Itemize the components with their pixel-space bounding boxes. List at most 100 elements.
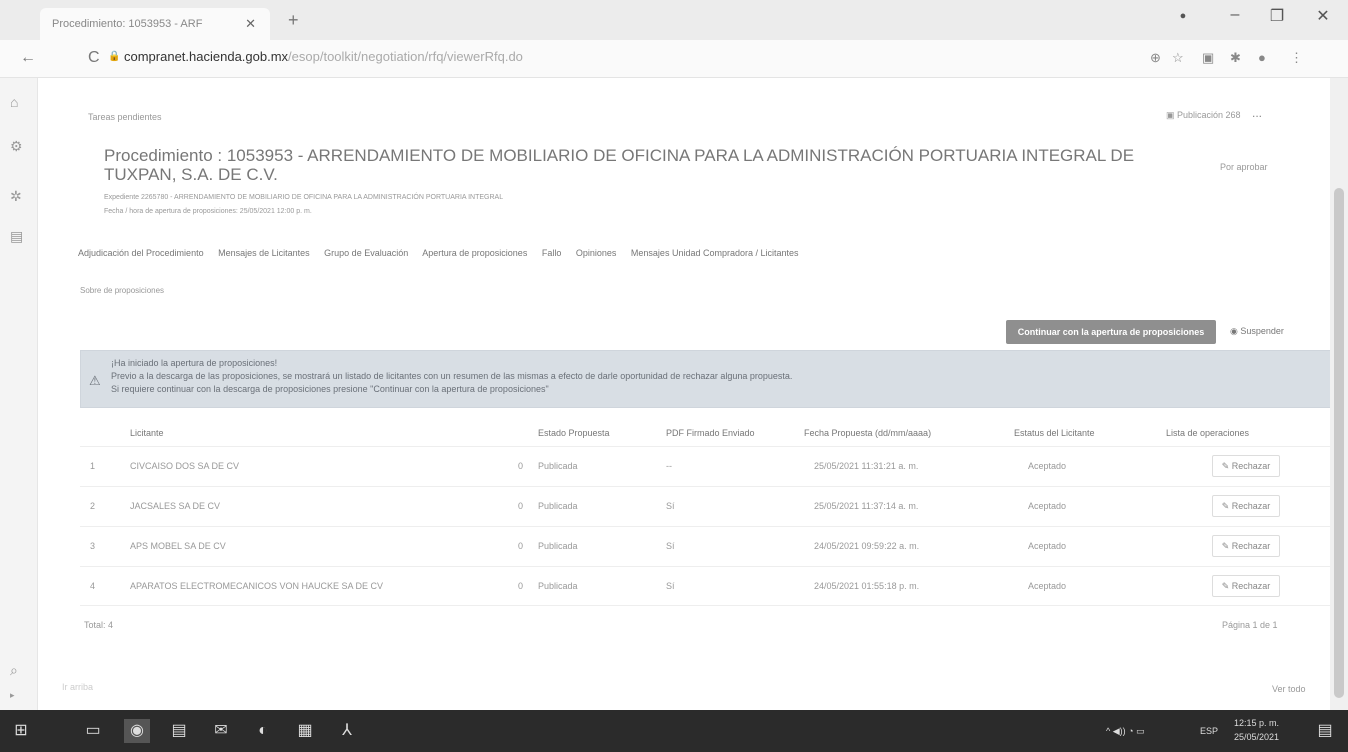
chrome-icon[interactable]: ◉ xyxy=(124,719,150,743)
continue-opening-button[interactable]: Continuar con la apertura de proposicion… xyxy=(1006,320,1216,344)
page-content: Tareas pendientes ▣ Publicación 268 ... … xyxy=(38,78,1332,710)
reload-icon[interactable]: C xyxy=(88,49,100,67)
table-row: 1 CIVCAISO DOS SA DE CV 0 Publicada -- 2… xyxy=(80,446,1332,486)
row-count: 0 xyxy=(518,581,524,591)
url-path: /esop/toolkit/negotiation/rfq/viewerRfq.… xyxy=(288,49,523,64)
notifications-icon[interactable]: ▤ xyxy=(1312,719,1338,743)
address-bar[interactable]: compranet.hacienda.gob.mx/esop/toolkit/n… xyxy=(124,49,523,64)
acrobat-icon[interactable]: ⅄ xyxy=(334,719,360,743)
licitante-name[interactable]: JACSALES SA DE CV xyxy=(130,501,220,511)
clock-date[interactable]: 25/05/2021 xyxy=(1234,732,1279,742)
new-tab-icon[interactable]: + xyxy=(288,10,299,31)
table-row: 4 APARATOS ELECTROMECANICOS VON HAUCKE S… xyxy=(80,566,1332,606)
breadcrumb[interactable]: Tareas pendientes xyxy=(88,112,162,122)
info-alert: ⚠ ¡Ha iniciado la apertura de proposicio… xyxy=(80,350,1332,408)
tab-adjudicacion[interactable]: Adjudicación del Procedimiento xyxy=(78,248,204,258)
scroll-top-link[interactable]: Ir arriba xyxy=(62,682,93,692)
pagination[interactable]: Página 1 de 1 xyxy=(1222,620,1278,630)
estatus-licitante: Aceptado xyxy=(1028,581,1067,591)
browser-toolbar: ← C 🔒 compranet.hacienda.gob.mx/esop/too… xyxy=(0,40,1348,78)
profile-icon[interactable]: ● xyxy=(1168,10,1198,22)
reject-label: Rechazar xyxy=(1231,541,1271,551)
edge-icon[interactable]: ◐ xyxy=(250,719,276,743)
pdf-enviado: Sí xyxy=(666,501,675,511)
menu-icon[interactable]: ⋮ xyxy=(1290,50,1303,66)
publish-link[interactable]: ▣ Publicación 268 xyxy=(1166,110,1241,121)
estado-propuesta: Publicada xyxy=(538,501,578,511)
back-icon[interactable]: ← xyxy=(20,49,36,67)
fecha-propuesta: 24/05/2021 01:55:18 p. m. xyxy=(814,581,920,591)
column-header-estatus: Estatus del Licitante xyxy=(1014,428,1095,438)
reject-button[interactable]: ✎ Rechazar xyxy=(1212,575,1280,597)
browser-tab[interactable]: Procedimiento: 1053953 - ARF ✕ xyxy=(40,8,270,40)
suspend-button[interactable]: ◉ Suspender xyxy=(1230,326,1284,337)
account-icon[interactable]: ● xyxy=(1258,50,1266,65)
opening-date-text: Fecha / hora de apertura de proposicione… xyxy=(104,208,312,215)
zoom-icon[interactable]: ⊕ xyxy=(1150,50,1161,66)
excel-icon[interactable]: ▦ xyxy=(292,719,318,743)
reject-button[interactable]: ✎ Rechazar xyxy=(1212,495,1280,517)
estatus-licitante: Aceptado xyxy=(1028,461,1067,471)
row-count: 0 xyxy=(518,461,524,471)
more-options-icon[interactable]: ... xyxy=(1252,106,1262,120)
edit-icon: ✎ xyxy=(1221,581,1232,591)
extension-icon[interactable]: ▣ xyxy=(1202,50,1214,66)
row-number: 2 xyxy=(90,501,96,511)
section-link[interactable]: Sobre de proposiciones xyxy=(80,286,164,295)
licitante-name[interactable]: APARATOS ELECTROMECANICOS VON HAUCKE SA … xyxy=(130,581,383,591)
clock-time[interactable]: 12:15 p. m. xyxy=(1234,718,1279,728)
close-window-icon[interactable]: ✕ xyxy=(1308,6,1338,26)
scrollbar-thumb[interactable] xyxy=(1334,188,1344,698)
tab-fallo[interactable]: Fallo xyxy=(542,248,562,258)
outlook-icon[interactable]: ✉ xyxy=(208,719,234,743)
tab-title: Procedimiento: 1053953 - ARF xyxy=(52,18,203,30)
status-label: Por aprobar xyxy=(1220,162,1268,172)
licitante-name[interactable]: CIVCAISO DOS SA DE CV xyxy=(130,461,239,471)
tab-apertura[interactable]: Apertura de proposiciones xyxy=(422,248,527,258)
edit-icon: ✎ xyxy=(1221,461,1232,471)
licitante-name[interactable]: APS MOBEL SA DE CV xyxy=(130,541,226,551)
network-icon[interactable]: ✲ xyxy=(10,188,22,205)
table-total: Total: 4 xyxy=(84,620,114,630)
search-icon[interactable]: ⌕ xyxy=(10,662,18,679)
tab-grupo-evaluacion[interactable]: Grupo de Evaluación xyxy=(324,248,408,258)
close-tab-icon[interactable]: ✕ xyxy=(245,16,256,32)
star-icon[interactable]: ☆ xyxy=(1172,50,1184,66)
language-indicator[interactable]: ESP xyxy=(1200,726,1218,736)
expediente-text: Expediente 2265780 - ARRENDAMIENTO DE MO… xyxy=(104,194,504,201)
table-row: 3 APS MOBEL SA DE CV 0 Publicada Sí 24/0… xyxy=(80,526,1332,566)
column-header-pdf: PDF Firmado Enviado xyxy=(666,428,755,438)
row-count: 0 xyxy=(518,501,524,511)
warning-icon: ⚠ xyxy=(89,373,101,388)
column-header-licitante: Licitante xyxy=(130,428,164,438)
estado-propuesta: Publicada xyxy=(538,581,578,591)
maximize-icon[interactable]: ❐ xyxy=(1262,6,1292,26)
reject-button[interactable]: ✎ Rechazar xyxy=(1212,455,1280,477)
pdf-enviado: Sí xyxy=(666,581,675,591)
reject-label: Rechazar xyxy=(1231,581,1271,591)
lock-icon: 🔒 xyxy=(108,51,121,62)
windows-taskbar: ⊞ ▭ ◉ ▤ ✉ ◐ ▦ ⅄ ^ ◀)) ◔ ▭ ESP 12:15 p. m… xyxy=(0,710,1348,752)
page-scrollbar[interactable] xyxy=(1330,78,1348,710)
alert-line-3: Si requiere continuar con la descarga de… xyxy=(111,384,549,394)
file-explorer-icon[interactable]: ▭ xyxy=(80,719,106,743)
procedure-tabs: Adjudicación del Procedimiento Mensajes … xyxy=(78,248,811,258)
edit-icon: ✎ xyxy=(1221,501,1232,511)
document-icon[interactable]: ▤ xyxy=(10,228,23,245)
expand-icon[interactable]: ▸ xyxy=(10,690,15,701)
reject-button[interactable]: ✎ Rechazar xyxy=(1212,535,1280,557)
home-icon[interactable]: ⌂ xyxy=(10,94,18,110)
estado-propuesta: Publicada xyxy=(538,461,578,471)
minimize-icon[interactable]: – xyxy=(1220,6,1250,24)
tray-icons[interactable]: ^ ◀)) ◔ ▭ xyxy=(1106,726,1145,737)
row-count: 0 xyxy=(518,541,524,551)
view-all-link[interactable]: Ver todo xyxy=(1272,684,1306,694)
settings-icon[interactable]: ⚙ xyxy=(10,138,23,155)
notes-icon[interactable]: ▤ xyxy=(166,719,192,743)
puzzle-icon[interactable]: ✱ xyxy=(1230,50,1241,66)
windows-start-icon[interactable]: ⊞ xyxy=(8,719,34,743)
tab-mensajes-licitantes[interactable]: Mensajes de Licitantes xyxy=(218,248,310,258)
alert-line-2: Previo a la descarga de las proposicione… xyxy=(111,371,793,381)
tab-opiniones[interactable]: Opiniones xyxy=(576,248,617,258)
tab-mensajes-unidad[interactable]: Mensajes Unidad Compradora / Licitantes xyxy=(631,248,799,258)
